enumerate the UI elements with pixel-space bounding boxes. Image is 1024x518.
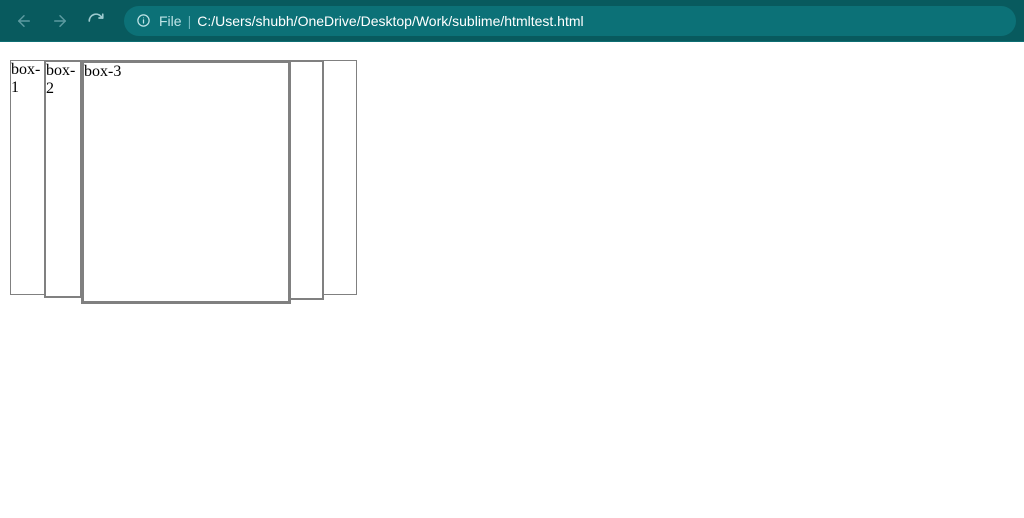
arrow-left-icon: [15, 12, 33, 30]
box-2: box-2: [44, 60, 82, 298]
box-5: [321, 60, 357, 295]
info-icon: [136, 13, 151, 28]
forward-button[interactable]: [44, 5, 76, 37]
arrow-right-icon: [51, 12, 69, 30]
url-prefix: File: [159, 13, 182, 29]
page-viewport: box-1 box-2 box-3: [0, 42, 1024, 322]
url-separator: |: [188, 13, 192, 29]
back-button[interactable]: [8, 5, 40, 37]
browser-toolbar: File | C:/Users/shubh/OneDrive/Desktop/W…: [0, 0, 1024, 42]
box-4: [288, 60, 324, 300]
reload-icon: [87, 12, 105, 30]
url-path: C:/Users/shubh/OneDrive/Desktop/Work/sub…: [197, 13, 583, 29]
address-bar[interactable]: File | C:/Users/shubh/OneDrive/Desktop/W…: [124, 6, 1016, 36]
box-1: box-1: [10, 60, 45, 295]
box-3: box-3: [81, 60, 291, 304]
box-row: box-1 box-2 box-3: [10, 52, 1014, 312]
reload-button[interactable]: [80, 5, 112, 37]
